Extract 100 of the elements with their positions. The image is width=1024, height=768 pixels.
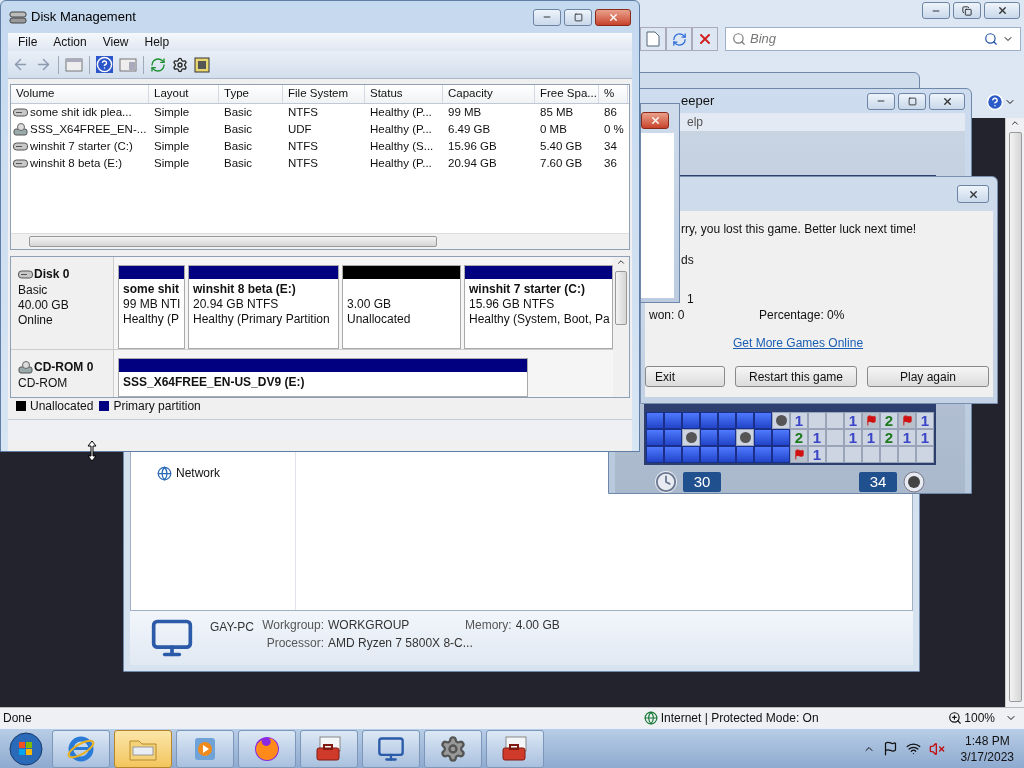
covered-tile[interactable] (754, 429, 772, 446)
close-button[interactable] (929, 92, 965, 110)
menu-item[interactable]: File (18, 33, 38, 51)
covered-tile[interactable] (700, 412, 718, 429)
column-header[interactable]: Free Spa... (535, 85, 599, 103)
back-icon[interactable] (12, 56, 29, 73)
column-header[interactable]: Volume (11, 85, 149, 103)
flag-icon[interactable] (882, 741, 898, 756)
covered-tile[interactable] (646, 446, 664, 463)
close-button[interactable] (957, 185, 989, 203)
partition[interactable]: winshit 7 starter (C:) 15.96 GB NTFS Healthy (System, Boot, Pa (464, 265, 613, 349)
clock[interactable]: 1:48 PM 3/17/2023 (960, 732, 1014, 765)
column-header[interactable]: Layout (149, 85, 219, 103)
volume-muted-icon[interactable] (928, 740, 945, 757)
games-link[interactable]: Get More Games Online (733, 334, 864, 352)
stop-button[interactable] (692, 27, 718, 51)
cd-drive-icon (13, 123, 28, 136)
covered-tile[interactable] (682, 446, 700, 463)
covered-tile[interactable] (664, 446, 682, 463)
compatibility-button[interactable] (640, 27, 666, 51)
zoom-level[interactable]: 100% (964, 709, 995, 727)
stat-text: 1 (686, 291, 695, 305)
column-header[interactable]: File System (283, 85, 365, 103)
covered-tile[interactable] (772, 429, 790, 446)
zoom-icon[interactable] (948, 711, 963, 725)
menu-item[interactable]: elp (687, 113, 703, 131)
vertical-scrollbar[interactable] (613, 257, 629, 397)
taskbar-button[interactable] (300, 729, 358, 768)
network-icon[interactable] (905, 741, 921, 756)
close-button[interactable] (595, 8, 631, 26)
scroll-up-icon[interactable] (616, 257, 626, 267)
minimize-button[interactable] (922, 2, 950, 19)
help-icon[interactable] (986, 93, 1004, 111)
column-header[interactable]: Type (219, 85, 283, 103)
dialog-button[interactable]: Restart this game (735, 366, 857, 387)
covered-tile[interactable] (718, 446, 736, 463)
search-bar[interactable]: Bing (725, 27, 1021, 51)
stat-text: won: 0 (649, 307, 686, 321)
taskbar-button[interactable] (424, 729, 482, 768)
refresh-button[interactable] (666, 27, 692, 51)
vertical-scrollbar[interactable] (1005, 118, 1024, 707)
close-icon (941, 95, 953, 107)
covered-tile[interactable] (664, 412, 682, 429)
horizontal-scrollbar[interactable] (11, 233, 629, 249)
partition[interactable]: some shit 99 MB NTI Healthy (P (118, 265, 185, 349)
minimize-button[interactable] (867, 92, 895, 110)
pane-icon[interactable] (65, 57, 83, 72)
partition-name: winshit 8 beta (E:) (193, 282, 297, 297)
search-field[interactable]: Bing (750, 29, 980, 49)
column-header[interactable]: Status (365, 85, 443, 103)
column-header[interactable]: % (599, 85, 628, 103)
menu-item[interactable]: Help (144, 33, 170, 51)
taskbar-button[interactable] (238, 729, 296, 768)
drive-icon (13, 142, 28, 151)
help-icon[interactable] (96, 56, 113, 73)
close-button[interactable] (641, 112, 669, 129)
refresh-icon[interactable] (150, 56, 166, 73)
close-button[interactable] (984, 2, 1020, 19)
forward-icon[interactable] (35, 56, 52, 73)
table-cell-text: 36 (604, 155, 617, 171)
dialog-button[interactable]: Exit (645, 366, 725, 387)
table-cell-text: 20.94 GB (448, 155, 497, 171)
maximize-button[interactable] (953, 2, 981, 19)
minimize-button[interactable] (533, 8, 561, 26)
partition[interactable]: SSS_X64FREE_EN-US_DV9 (E:) (118, 358, 528, 397)
taskbar-button[interactable] (362, 729, 420, 768)
covered-tile[interactable] (646, 429, 664, 446)
browser-icon (67, 734, 95, 763)
scroll-up-icon[interactable] (1010, 118, 1020, 128)
cd-drive-icon (18, 360, 33, 374)
partition[interactable]: winshit 8 beta (E:) 20.94 GB NTFS Healthy (Primary Partition (188, 265, 339, 349)
covered-tile[interactable] (682, 412, 700, 429)
covered-tile[interactable] (754, 412, 772, 429)
dialog-button[interactable]: Play again (867, 366, 989, 387)
covered-tile[interactable] (736, 412, 754, 429)
zone-text: Internet | Protected Mode: On (660, 710, 819, 727)
field-value: AMD Ryzen 7 5800X 8-C... (328, 636, 474, 651)
column-header[interactable]: Capacity (443, 85, 535, 103)
covered-tile[interactable] (646, 412, 664, 429)
maximize-button[interactable] (564, 8, 592, 26)
covered-tile[interactable] (700, 446, 718, 463)
menu-item[interactable]: View (102, 33, 129, 51)
taskbar-button[interactable] (486, 729, 544, 768)
partition[interactable]: 3.00 GB Unallocated (342, 265, 461, 349)
nav-item[interactable]: Network (157, 464, 295, 482)
covered-tile[interactable] (754, 446, 772, 463)
page-icon (646, 31, 660, 47)
covered-tile[interactable] (700, 429, 718, 446)
search-icon[interactable] (984, 32, 998, 46)
disk-settings-icon[interactable] (194, 56, 210, 73)
covered-tile[interactable] (718, 412, 736, 429)
menu-item[interactable]: Action (53, 33, 87, 51)
properties-icon[interactable] (172, 56, 188, 73)
window-title: Disk Management (31, 8, 136, 27)
covered-tile[interactable] (736, 446, 754, 463)
covered-tile[interactable] (664, 429, 682, 446)
covered-tile[interactable] (772, 446, 790, 463)
pane-icon[interactable] (119, 57, 137, 72)
covered-tile[interactable] (718, 429, 736, 446)
maximize-button[interactable] (898, 92, 926, 110)
